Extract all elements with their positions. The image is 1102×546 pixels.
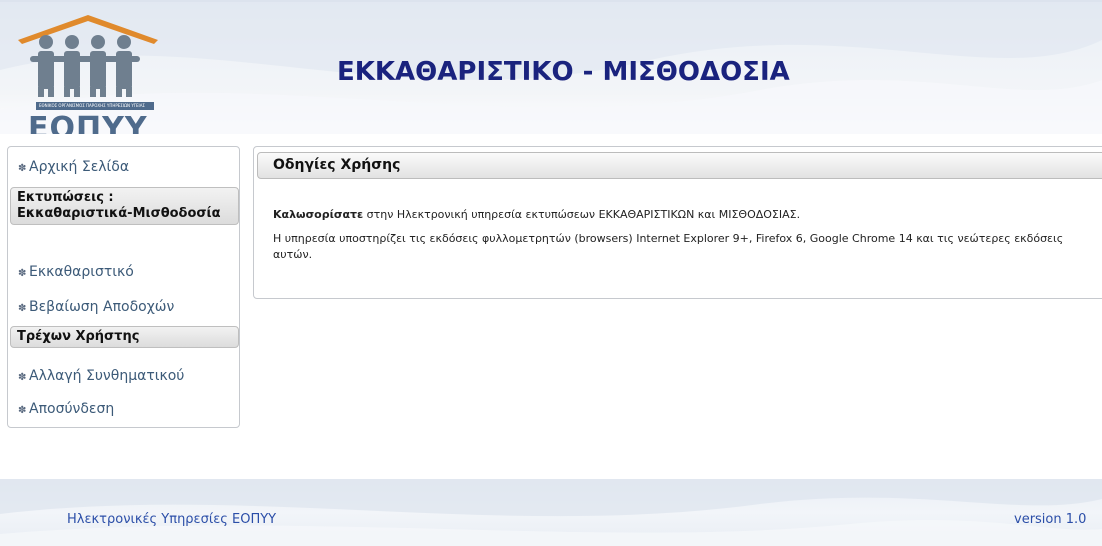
gear-bullet-icon: ✽ <box>18 405 27 416</box>
sidebar-item-clearance[interactable]: ✽ Εκκαθαριστικό <box>18 264 134 280</box>
instructions-panel: Οδηγίες Χρήσης Καλωσορίσατε στην Ηλεκτρο… <box>253 146 1102 299</box>
sidebar-item-label: Βεβαίωση Αποδοχών <box>29 299 175 315</box>
sidebar-section-prints: Εκτυπώσεις : Εκκαθαριστικά-Μισθοδοσία <box>10 187 239 225</box>
welcome-bold: Καλωσορίσατε <box>273 208 364 221</box>
sidebar-section-current-user: Τρέχων Χρήστης <box>10 326 239 348</box>
sidebar-item-earnings-certificate[interactable]: ✽ Βεβαίωση Αποδοχών <box>18 299 174 315</box>
page-footer: Ηλεκτρονικές Υπηρεσίες ΕΟΠΥΥ version 1.0 <box>0 479 1102 546</box>
gear-bullet-icon: ✽ <box>18 268 27 279</box>
page-title: ΕΚΚΑΘΑΡΙΣΤΙΚΟ - ΜΙΣΘΟΔΟΣΙΑ <box>337 57 790 87</box>
eopyy-logo: ΕΘΝΙΚΟΣ ΟΡΓΑΝΙΣΜΟΣ ΠΑΡΟΧΗΣ ΥΠΗΡΕΣΙΩΝ ΥΓΕ… <box>8 12 168 134</box>
sidebar-item-logout[interactable]: ✽ Αποσύνδεση <box>18 401 114 417</box>
gear-bullet-icon: ✽ <box>18 303 27 314</box>
logo-strip-text: ΕΘΝΙΚΟΣ ΟΡΓΑΝΙΣΜΟΣ ΠΑΡΟΧΗΣ ΥΠΗΡΕΣΙΩΝ ΥΓΕ… <box>39 103 145 108</box>
browsers-paragraph: Η υπηρεσία υποστηρίζει τις εκδόσεις φυλλ… <box>273 232 1064 261</box>
welcome-text: στην Ηλεκτρονική υπηρεσία εκτυπώσεων ΕΚΚ… <box>363 208 801 221</box>
sidebar-item-label: Εκκαθαριστικό <box>29 264 134 280</box>
panel-header: Οδηγίες Χρήσης <box>257 152 1102 179</box>
sidebar-menu: ✽ Αρχική Σελίδα Εκτυπώσεις : Εκκαθαριστικ… <box>7 146 240 428</box>
welcome-paragraph: Καλωσορίσατε στην Ηλεκτρονική υπηρεσία ε… <box>273 207 1093 223</box>
page-header: ΕΘΝΙΚΟΣ ΟΡΓΑΝΙΣΜΟΣ ΠΑΡΟΧΗΣ ΥΠΗΡΕΣΙΩΝ ΥΓΕ… <box>0 0 1102 134</box>
sidebar-item-label: Αρχική Σελίδα <box>29 159 130 175</box>
logo-text: ΕΟΠΥΥ <box>28 111 148 134</box>
footer-services-link[interactable]: Ηλεκτρονικές Υπηρεσίες ΕΟΠΥΥ <box>67 512 276 527</box>
sidebar-item-label: Αλλαγή Συνθηματικού <box>29 368 185 384</box>
sidebar-item-change-password[interactable]: ✽ Αλλαγή Συνθηματικού <box>18 368 184 384</box>
footer-version: version 1.0 <box>1014 512 1087 527</box>
sidebar-item-label: Αποσύνδεση <box>29 401 115 417</box>
gear-bullet-icon: ✽ <box>18 163 27 174</box>
panel-title: Οδηγίες Χρήσης <box>273 157 401 173</box>
sidebar-item-home[interactable]: ✽ Αρχική Σελίδα <box>18 159 129 175</box>
logo-strip: ΕΘΝΙΚΟΣ ΟΡΓΑΝΙΣΜΟΣ ΠΑΡΟΧΗΣ ΥΠΗΡΕΣΙΩΝ ΥΓΕ… <box>36 102 154 110</box>
gear-bullet-icon: ✽ <box>18 372 27 383</box>
panel-body: Καλωσορίσατε στην Ηλεκτρονική υπηρεσία ε… <box>273 207 1093 271</box>
